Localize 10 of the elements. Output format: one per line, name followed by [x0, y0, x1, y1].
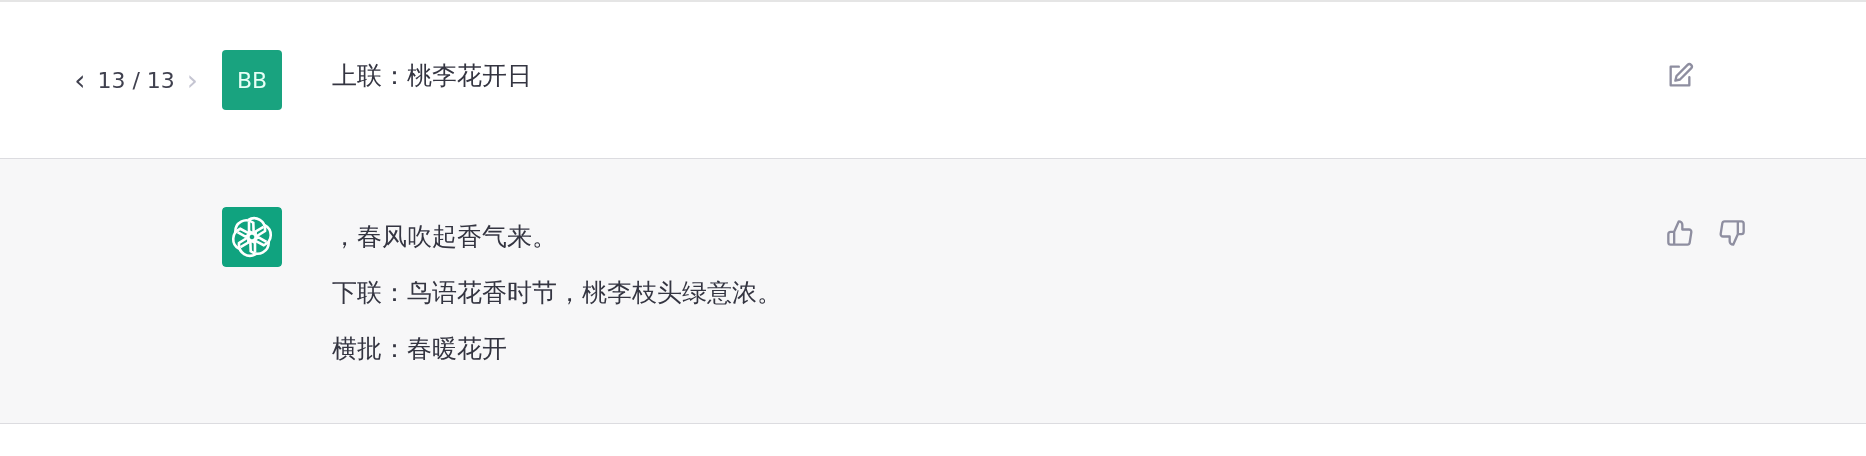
page-counter: 13 / 13 — [97, 67, 175, 93]
thumbs-up-icon[interactable] — [1666, 219, 1694, 247]
message-text: ，春风吹起香气来。 — [332, 221, 558, 253]
message-text: 上联：桃李花开日 — [332, 60, 533, 92]
message-text: 下联：鸟语花香时节，桃李枝头绿意浓。 — [332, 277, 783, 309]
previous-button[interactable]: ‹ — [70, 63, 90, 97]
thumbs-down-icon[interactable] — [1718, 219, 1746, 247]
user-avatar: BB — [222, 50, 282, 110]
assistant-avatar-icon — [222, 207, 282, 267]
message-text: 横批：春暖花开 — [332, 333, 508, 365]
